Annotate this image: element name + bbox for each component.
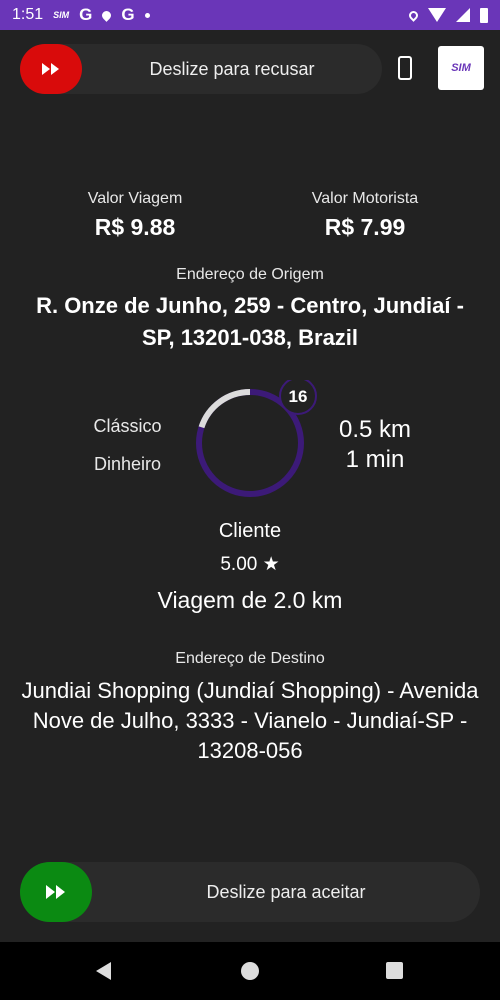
countdown-value: 16 <box>289 387 308 406</box>
google-notification-icon: G <box>79 5 93 24</box>
client-rating: 5.00 ★ <box>220 554 280 575</box>
status-bar: 1:51 SIM G G <box>0 0 500 30</box>
google-notification-icon-2: G <box>121 5 135 24</box>
status-time: 1:51 <box>12 6 44 23</box>
fast-forward-icon <box>46 885 65 899</box>
countdown-timer: 16 <box>196 380 317 497</box>
trip-distance: Viagem de 2.0 km <box>157 587 343 613</box>
reject-slider-handle[interactable] <box>20 44 82 94</box>
back-icon[interactable] <box>96 962 111 980</box>
signal-icon <box>456 8 470 22</box>
accept-slider[interactable]: Deslize para aceitar <box>20 862 480 922</box>
recent-apps-icon[interactable] <box>386 962 403 979</box>
destination-address: Jundiai Shopping (Jundiaí Shopping) - Av… <box>21 678 479 763</box>
location-notification-icon <box>100 8 114 22</box>
accept-slider-handle[interactable] <box>20 862 92 922</box>
battery-icon <box>480 7 488 23</box>
pickup-time: 1 min <box>345 446 405 473</box>
countdown-ring-progress <box>198 389 251 429</box>
pickup-distance: 0.5 km <box>338 416 412 443</box>
more-notifications-icon <box>144 12 150 18</box>
destination-label: Endereço de Destino <box>175 650 325 667</box>
fast-forward-icon <box>42 63 59 75</box>
origin-label: Endereço de Origem <box>176 266 324 283</box>
home-icon[interactable] <box>241 962 259 980</box>
valor-motorista-value: R$ 7.99 <box>324 214 406 240</box>
sim-logo: SIM <box>438 46 484 90</box>
valor-viagem-label: Valor Viagem <box>87 190 183 207</box>
valor-viagem-value: R$ 9.88 <box>94 214 176 240</box>
sim-notification-icon: SIM <box>53 10 70 20</box>
reject-slider-label: Deslize para recusar <box>149 59 315 79</box>
location-status-icon <box>407 8 420 22</box>
valor-motorista-label: Valor Motorista <box>311 190 419 207</box>
client-label: Cliente <box>218 520 282 542</box>
accept-slider-label: Deslize para aceitar <box>206 882 366 902</box>
phone-icon[interactable] <box>398 56 412 80</box>
reject-slider[interactable]: Deslize para recusar <box>20 44 382 94</box>
wifi-icon <box>428 8 446 22</box>
payment-method: Dinheiro <box>93 454 162 474</box>
ride-category: Clássico <box>93 416 162 436</box>
origin-address: R. Onze de Junho, 259 - Centro, Jundiaí … <box>36 293 464 350</box>
